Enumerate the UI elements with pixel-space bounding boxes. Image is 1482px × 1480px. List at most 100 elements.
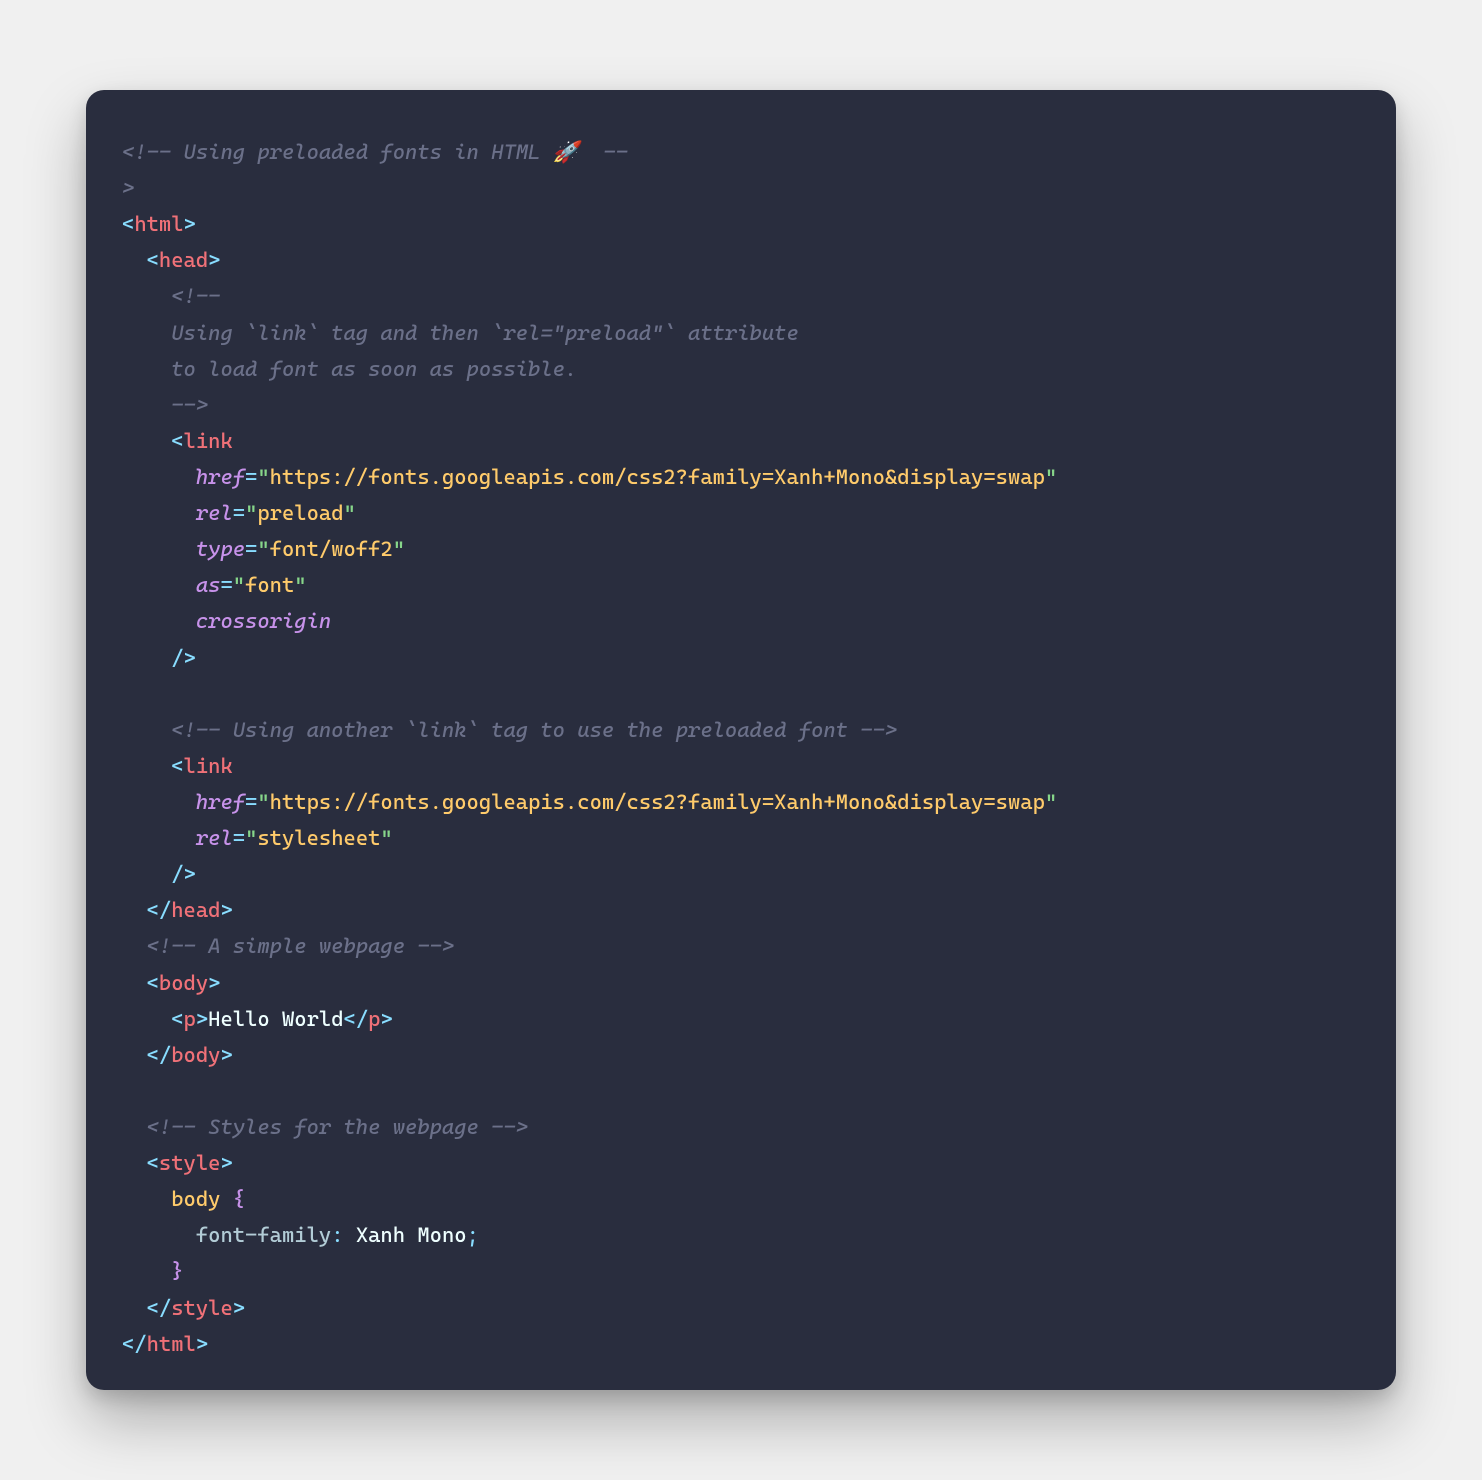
token-pn: < bbox=[122, 212, 134, 236]
token-ws bbox=[122, 573, 196, 597]
token-ws bbox=[122, 248, 147, 272]
code-line: --> bbox=[122, 393, 208, 417]
token-pn: </ bbox=[147, 898, 172, 922]
code-line: <html> bbox=[122, 212, 196, 236]
code-line: rel="stylesheet" bbox=[122, 826, 393, 850]
token-pn: ; bbox=[467, 1223, 479, 1247]
token-pn: > bbox=[208, 248, 220, 272]
token-cm: Using `link` tag and then `rel="preload"… bbox=[171, 321, 799, 345]
token-eq: = bbox=[220, 573, 232, 597]
code-line: <link bbox=[122, 754, 233, 778]
token-st: https://fonts.googleapis.com/css2?family… bbox=[270, 790, 1045, 814]
token-pn: > bbox=[184, 212, 196, 236]
code-line bbox=[122, 1079, 134, 1103]
token-cm: <!-- bbox=[171, 284, 220, 308]
token-ws bbox=[122, 646, 171, 670]
token-prop: font-family bbox=[196, 1223, 331, 1247]
code-line: rel="preload" bbox=[122, 501, 356, 525]
code-line: <link bbox=[122, 429, 233, 453]
code-line: > bbox=[122, 176, 134, 200]
token-tg: body bbox=[159, 971, 208, 995]
code-line: <!-- bbox=[122, 284, 220, 308]
token-sq: " bbox=[245, 826, 257, 850]
token-sq: " bbox=[380, 826, 392, 850]
token-ws bbox=[122, 862, 171, 886]
token-st: stylesheet bbox=[257, 826, 380, 850]
token-pn: > bbox=[196, 1007, 208, 1031]
code-line: <head> bbox=[122, 248, 220, 272]
token-tg: style bbox=[171, 1296, 233, 1320]
token-sq: " bbox=[294, 573, 306, 597]
token-ws bbox=[122, 609, 196, 633]
token-at: href bbox=[196, 465, 245, 489]
token-at: crossorigin bbox=[196, 609, 331, 633]
token-eq: = bbox=[233, 501, 245, 525]
token-pn: > bbox=[220, 898, 232, 922]
token-ws bbox=[122, 465, 196, 489]
token-pn: < bbox=[147, 1151, 159, 1175]
token-ws bbox=[122, 1115, 147, 1139]
token-sel: body bbox=[171, 1187, 220, 1211]
token-sq: " bbox=[257, 465, 269, 489]
token-st: https://fonts.googleapis.com/css2?family… bbox=[270, 465, 1045, 489]
token-at: type bbox=[196, 537, 245, 561]
token-ws bbox=[122, 1079, 134, 1103]
token-at: rel bbox=[196, 826, 233, 850]
code-block: <!-- Using preloaded fonts in HTML 🚀 -- … bbox=[122, 134, 1360, 1362]
token-ws bbox=[122, 682, 134, 706]
token-tg: head bbox=[159, 248, 208, 272]
token-sq: " bbox=[344, 501, 356, 525]
token-ws bbox=[122, 718, 171, 742]
token-pn: </ bbox=[147, 1043, 172, 1067]
token-tg: p bbox=[184, 1007, 196, 1031]
token-eq: = bbox=[245, 537, 257, 561]
token-cm: to load font as soon as possible. bbox=[171, 357, 577, 381]
code-line: <body> bbox=[122, 971, 220, 995]
code-line bbox=[122, 682, 134, 706]
code-line: </html> bbox=[122, 1332, 208, 1356]
code-line: <!-- Using preloaded fonts in HTML 🚀 -- bbox=[122, 140, 628, 164]
token-pn: > bbox=[196, 1332, 208, 1356]
token-ws bbox=[122, 1223, 196, 1247]
token-cm: <!-- Styles for the webpage --> bbox=[147, 1115, 528, 1139]
token-cm: <!-- Using preloaded fonts in HTML 🚀 -- bbox=[122, 140, 628, 164]
token-ws bbox=[122, 429, 171, 453]
token-pn: /> bbox=[171, 862, 196, 886]
token-pn: > bbox=[220, 1151, 232, 1175]
token-cm: --> bbox=[171, 393, 208, 417]
token-ws bbox=[122, 1151, 147, 1175]
token-tg: body bbox=[171, 1043, 220, 1067]
token-ws bbox=[122, 754, 171, 778]
token-cm: <!-- A simple webpage --> bbox=[147, 934, 455, 958]
token-sq: " bbox=[1045, 790, 1057, 814]
code-line: /> bbox=[122, 862, 196, 886]
token-st: font bbox=[245, 573, 294, 597]
token-tg: p bbox=[368, 1007, 380, 1031]
token-val: Xanh Mono bbox=[356, 1223, 467, 1247]
token-pn: < bbox=[147, 248, 159, 272]
code-line: as="font" bbox=[122, 573, 307, 597]
token-pn: < bbox=[147, 971, 159, 995]
token-ws bbox=[122, 393, 171, 417]
code-line: <!-- Styles for the webpage --> bbox=[122, 1115, 528, 1139]
code-line: </head> bbox=[122, 898, 233, 922]
token-pn: /> bbox=[171, 646, 196, 670]
token-pn: </ bbox=[344, 1007, 369, 1031]
token-ws bbox=[122, 826, 196, 850]
token-pn: < bbox=[171, 429, 183, 453]
code-line: </style> bbox=[122, 1296, 245, 1320]
token-sq: " bbox=[1045, 465, 1057, 489]
token-tg: html bbox=[134, 212, 183, 236]
code-line: <!-- Using another `link` tag to use the… bbox=[122, 718, 897, 742]
code-line: to load font as soon as possible. bbox=[122, 357, 577, 381]
code-line: font-family: Xanh Mono; bbox=[122, 1223, 479, 1247]
token-bkt: } bbox=[171, 1259, 183, 1283]
token-ws bbox=[122, 1296, 147, 1320]
token-sq: " bbox=[233, 573, 245, 597]
token-ws bbox=[122, 537, 196, 561]
code-line: /> bbox=[122, 646, 196, 670]
token-cm: <!-- Using another `link` tag to use the… bbox=[171, 718, 897, 742]
token-ws bbox=[122, 971, 147, 995]
token-ws bbox=[122, 1259, 171, 1283]
token-cm: > bbox=[122, 176, 134, 200]
